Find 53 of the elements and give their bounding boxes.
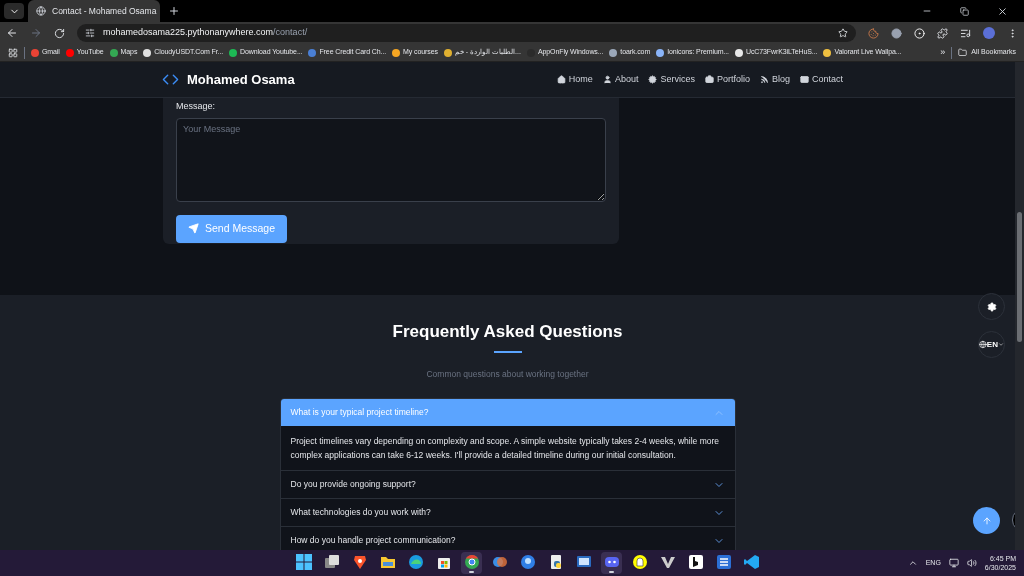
paper-plane-icon bbox=[188, 223, 199, 234]
nav-link[interactable]: Contact bbox=[799, 72, 843, 87]
extensions-icon[interactable] bbox=[937, 27, 948, 39]
reload-icon[interactable] bbox=[54, 27, 65, 39]
record-extension-icon[interactable] bbox=[914, 27, 925, 39]
site-settings-icon[interactable] bbox=[85, 28, 95, 38]
profile-avatar[interactable] bbox=[983, 27, 995, 39]
rss-icon bbox=[759, 75, 769, 84]
new-tab-icon[interactable] bbox=[168, 5, 180, 17]
apps-icon[interactable] bbox=[8, 47, 18, 58]
nav-link[interactable]: Portfolio bbox=[704, 72, 750, 87]
faq-question[interactable]: What technologies do you work with? bbox=[280, 499, 735, 527]
scroll-top-button[interactable] bbox=[973, 507, 1000, 534]
nav-link[interactable]: Blog bbox=[759, 72, 790, 87]
language-button[interactable]: EN bbox=[978, 331, 1005, 358]
faq-answer: Project timelines vary depending on complexity and scope. A simple website typically takes 2-4 weeks, while more complex applications can take 6-12 weeks. I'll provide a detailed timeline during our initial consultation. bbox=[289, 435, 720, 463]
scrollbar[interactable] bbox=[1015, 62, 1024, 550]
caret-icon bbox=[997, 341, 1004, 348]
folder-icon bbox=[958, 48, 968, 57]
message-field[interactable]: Your Message bbox=[176, 117, 606, 202]
site-brand[interactable]: Mohamed Osama bbox=[187, 69, 295, 90]
media-icon[interactable] bbox=[960, 27, 971, 39]
chevron-up-icon[interactable] bbox=[907, 558, 918, 568]
close-icon[interactable] bbox=[997, 5, 1008, 17]
person-icon bbox=[602, 75, 612, 84]
browser-tab[interactable]: Contact - Mohamed Osama bbox=[28, 0, 160, 22]
tab-title: Contact - Mohamed Osama bbox=[52, 4, 157, 18]
star-icon[interactable] bbox=[838, 28, 848, 38]
nav-link[interactable]: Home bbox=[556, 72, 593, 87]
faq-question[interactable]: How do you handle project communication? bbox=[280, 527, 735, 550]
globe-icon bbox=[36, 6, 46, 16]
arrow-up-icon bbox=[981, 515, 992, 526]
house-icon bbox=[556, 75, 566, 84]
more-bookmarks-button[interactable]: » bbox=[940, 45, 946, 60]
gears-icon bbox=[648, 75, 658, 84]
tab-list-button[interactable] bbox=[4, 3, 24, 19]
settings-button[interactable] bbox=[978, 293, 1005, 320]
address-field[interactable]: mohamedosama225.pythonanywhere.com/contact/ bbox=[77, 24, 856, 42]
globe-icon bbox=[979, 340, 987, 349]
network-icon[interactable] bbox=[948, 558, 959, 568]
back-icon[interactable] bbox=[6, 27, 18, 39]
nav-link[interactable]: About bbox=[602, 72, 639, 87]
restore-icon[interactable] bbox=[960, 6, 969, 16]
field-label: Message: bbox=[176, 100, 217, 113]
url-host: mohamedosama225.pythonanywhere.com/contact/ bbox=[103, 26, 308, 40]
briefcase-icon bbox=[704, 75, 714, 84]
nav-link[interactable]: Services bbox=[648, 72, 695, 87]
cookie-icon[interactable] bbox=[868, 27, 879, 39]
volume-icon[interactable] bbox=[966, 558, 977, 568]
faq-question[interactable]: Do you provide ongoing support? bbox=[280, 471, 735, 499]
faq-title: Frequently Asked Questions bbox=[392, 321, 623, 343]
faq-subtitle: Common questions about working together bbox=[426, 367, 589, 381]
settings-icon bbox=[986, 301, 997, 312]
